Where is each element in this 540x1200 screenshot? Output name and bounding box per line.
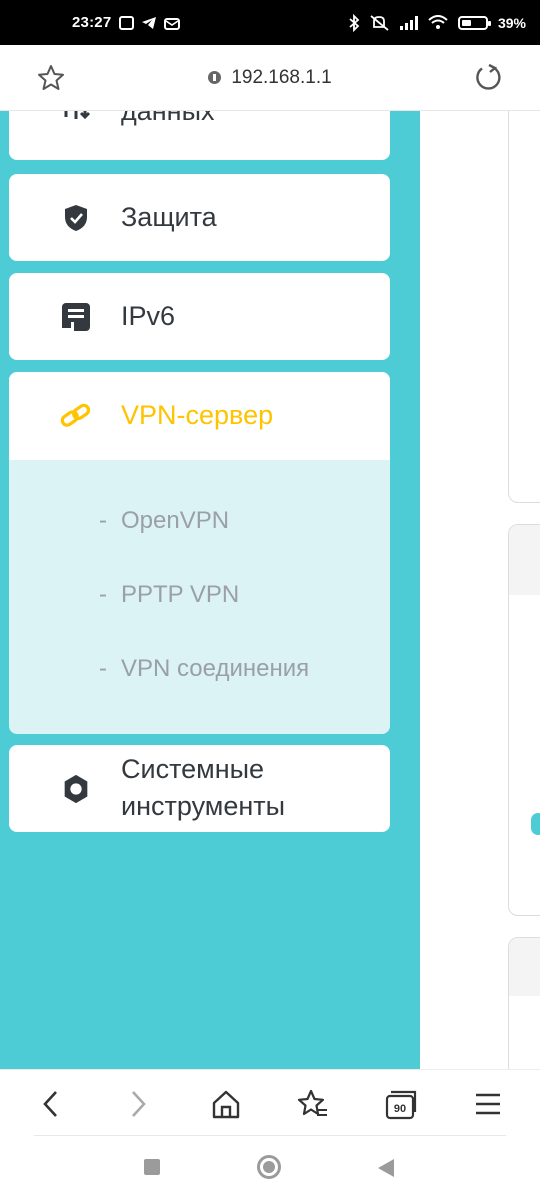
mute-icon bbox=[370, 14, 389, 31]
bookmarks-icon[interactable] bbox=[295, 1086, 331, 1122]
sidebar-item-ipv6[interactable]: IPv6 bbox=[9, 273, 390, 360]
url-text: 192.168.1.1 bbox=[231, 66, 332, 88]
tabs-count: 90 bbox=[393, 1103, 407, 1115]
label-line-1: Системные bbox=[121, 754, 265, 784]
gear-icon bbox=[59, 772, 93, 806]
reload-icon[interactable] bbox=[472, 62, 504, 94]
submenu-item-openvpn[interactable]: - OpenVPN bbox=[99, 507, 229, 535]
bluetooth-icon bbox=[349, 13, 360, 32]
signal-icon bbox=[399, 15, 418, 30]
submenu-label: OpenVPN bbox=[121, 507, 230, 534]
shield-icon bbox=[59, 201, 93, 235]
sidebar-item-system-tools[interactable]: Системные инструменты bbox=[9, 745, 390, 832]
submenu-label: VPN соединения bbox=[121, 655, 310, 682]
web-page: данных Защита IPv6 VPN-сервер -OpenVPN -… bbox=[0, 111, 540, 1069]
info-icon[interactable] bbox=[208, 71, 222, 84]
home-circle-icon[interactable] bbox=[257, 1155, 281, 1179]
submenu-item-vpn-connections[interactable]: - VPN соединения bbox=[99, 655, 309, 683]
sidebar-item-label: Защита bbox=[121, 202, 217, 232]
card-header bbox=[509, 938, 540, 996]
sidebar-item-security[interactable]: Защита bbox=[9, 174, 390, 261]
submenu-dash: - bbox=[99, 655, 107, 682]
content-card bbox=[508, 937, 540, 1069]
submenu-item-pptp[interactable]: - PPTP VPN bbox=[99, 581, 239, 609]
forward-icon[interactable] bbox=[120, 1086, 156, 1122]
label-line-2: инструменты bbox=[121, 791, 286, 821]
content-card bbox=[508, 111, 540, 503]
sidebar-item-label: Системные инструменты bbox=[121, 751, 285, 825]
sidebar-item-vpn[interactable]: VPN-сервер - OpenVPN - PPTP VPN - VPN соеди… bbox=[9, 372, 390, 734]
submenu-label: PPTP VPN bbox=[121, 581, 240, 608]
address-field[interactable]: 192.168.1.1 bbox=[208, 66, 332, 89]
battery-percent: 39% bbox=[497, 14, 526, 31]
battery-icon bbox=[457, 15, 491, 30]
sidebar: данных Защита IPv6 VPN-сервер -OpenVPN -… bbox=[0, 111, 420, 1069]
menu-icon[interactable] bbox=[470, 1086, 506, 1122]
status-right-icons: 39% bbox=[348, 13, 526, 32]
back-triangle-icon[interactable] bbox=[378, 1159, 394, 1177]
card-header bbox=[509, 525, 540, 595]
tabs-icon[interactable]: 90 bbox=[383, 1086, 419, 1122]
link-icon bbox=[59, 399, 93, 433]
status-time: 23:27 bbox=[72, 14, 112, 31]
system-nav-bar bbox=[0, 1135, 540, 1200]
content-card bbox=[508, 524, 540, 916]
sidebar-item-traffic[interactable]: данных bbox=[9, 111, 390, 160]
mail-icon bbox=[164, 17, 181, 30]
notification-icon bbox=[119, 15, 135, 30]
arrows-updown-icon bbox=[59, 111, 93, 125]
wifi-icon bbox=[428, 15, 448, 29]
submenu-dash: - bbox=[99, 581, 107, 608]
sidebar-item-label: IPv6 bbox=[121, 301, 176, 331]
telegram-icon bbox=[142, 16, 157, 29]
browser-url-bar: 192.168.1.1 bbox=[0, 45, 540, 111]
vpn-header[interactable]: VPN-сервер bbox=[9, 372, 390, 460]
toggle-switch[interactable] bbox=[531, 813, 540, 835]
sidebar-item-label: данных bbox=[121, 111, 215, 126]
home-icon[interactable] bbox=[208, 1086, 244, 1122]
status-left-icons bbox=[119, 15, 181, 30]
sidebar-item-label: VPN-сервер bbox=[121, 400, 274, 430]
ipv6-icon bbox=[59, 300, 93, 334]
back-icon[interactable] bbox=[33, 1086, 69, 1122]
recents-icon[interactable] bbox=[144, 1159, 160, 1175]
divider bbox=[34, 1135, 506, 1136]
star-outline-icon[interactable] bbox=[36, 63, 66, 93]
browser-toolbar: 90 bbox=[0, 1069, 540, 1135]
status-bar: 23:27 39% bbox=[0, 0, 540, 45]
submenu-dash: - bbox=[99, 507, 107, 534]
